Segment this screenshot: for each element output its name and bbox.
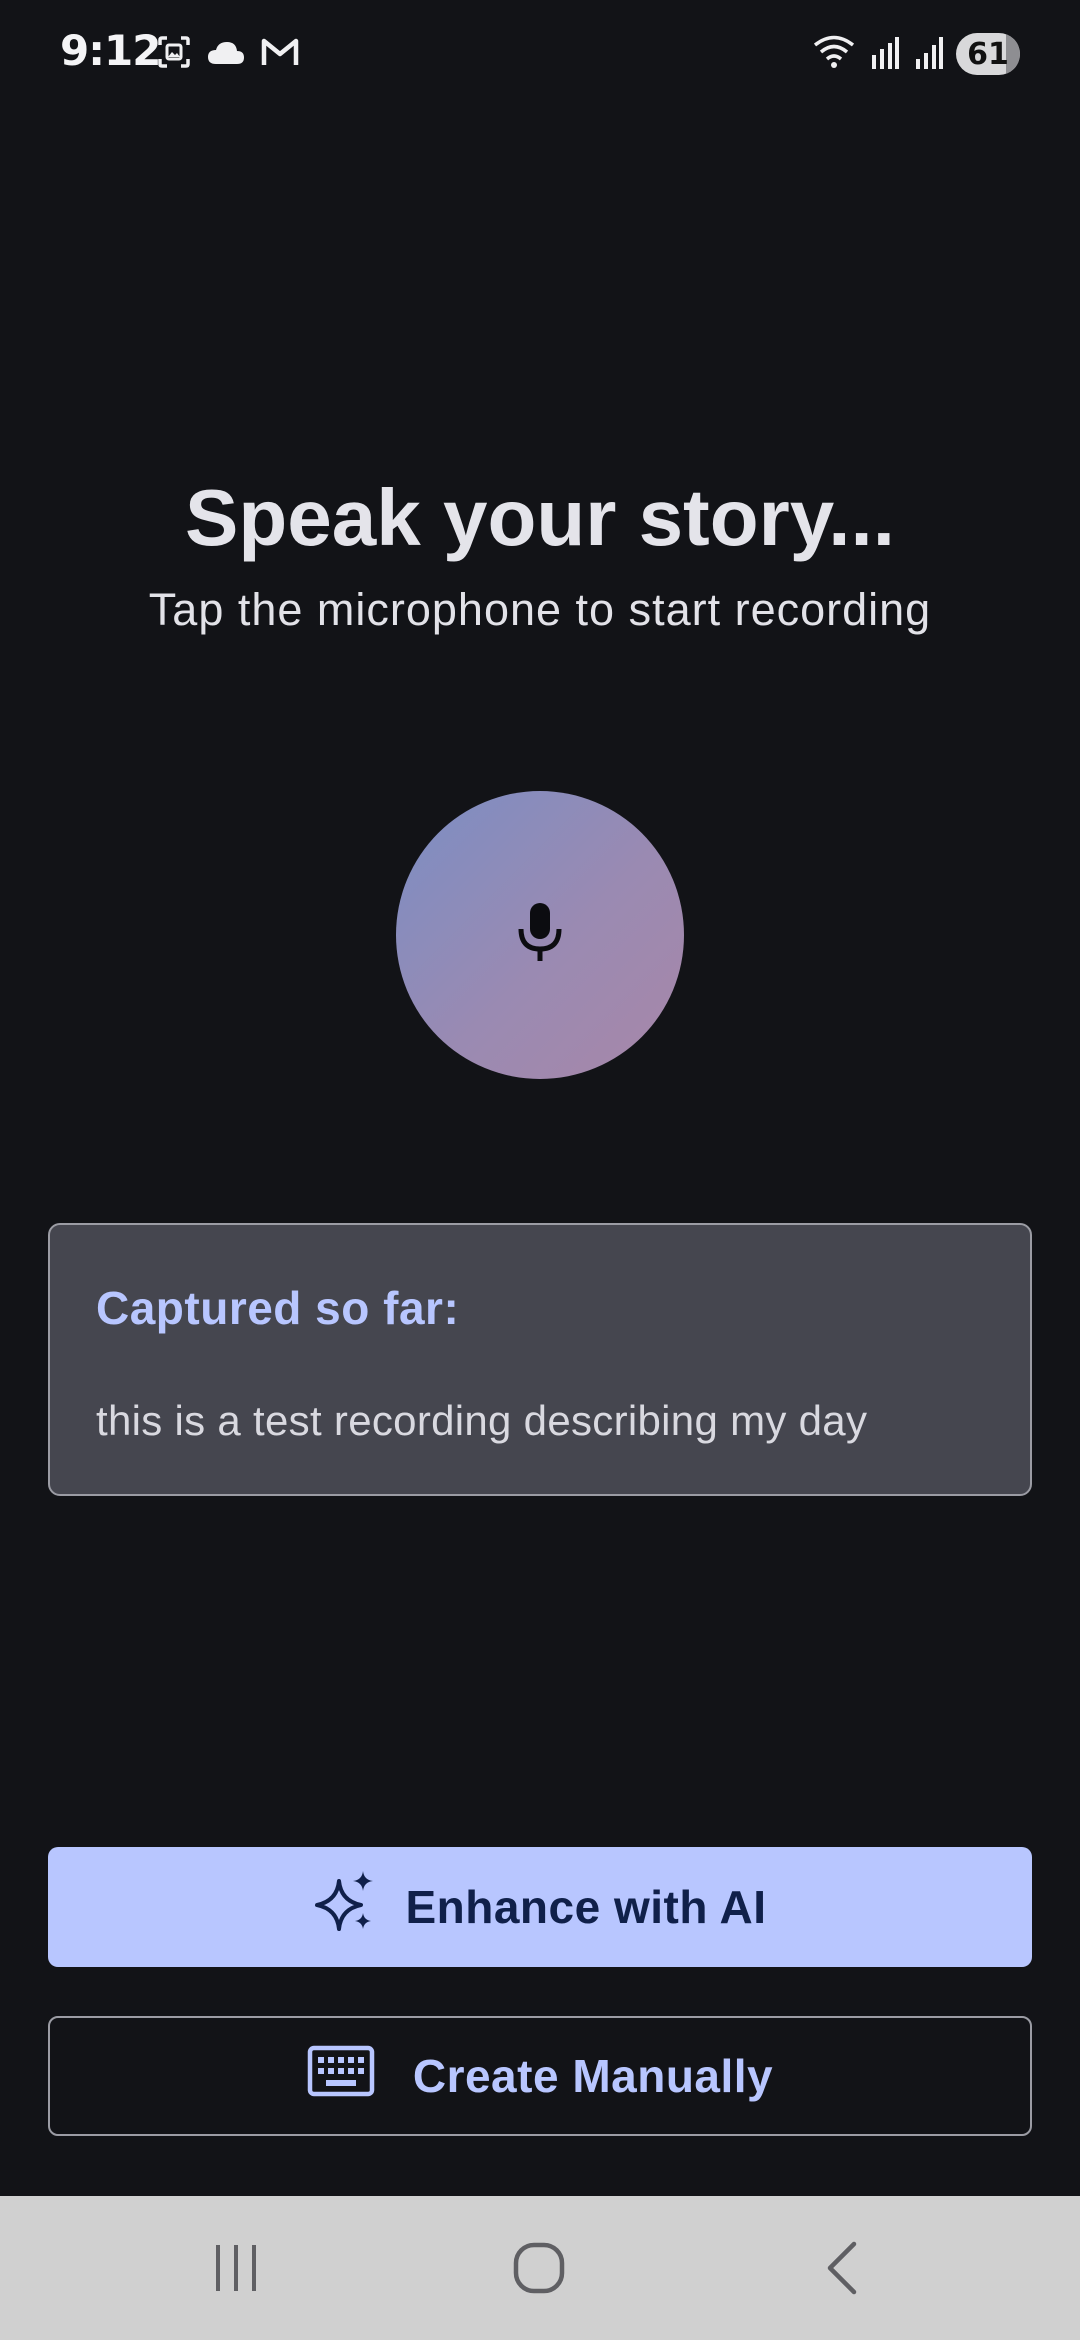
transcript-card: Captured so far: this is a test recordin… <box>48 1223 1032 1496</box>
status-icons-left <box>156 34 300 74</box>
sparkle-icon <box>313 1869 379 1946</box>
home-icon[interactable] <box>499 2236 579 2300</box>
wifi-icon <box>812 33 856 76</box>
transcript-text: this is a test recording describing my d… <box>96 1397 868 1444</box>
signal-icon <box>912 33 944 76</box>
battery-icon: 61 <box>956 33 1020 75</box>
status-bar: 9:12 61 <box>0 0 1080 110</box>
battery-level: 61 <box>967 36 1009 72</box>
create-manually-button[interactable]: Create Manually <box>48 2016 1032 2136</box>
keyboard-icon <box>307 2045 375 2108</box>
status-icons-right: 61 <box>812 30 1020 78</box>
back-icon[interactable] <box>802 2236 882 2300</box>
cloud-icon <box>206 38 246 71</box>
signal-r-icon <box>868 33 900 76</box>
microphone-icon <box>515 901 565 970</box>
transcript-heading: Captured so far: <box>96 1282 460 1334</box>
gmail-icon <box>260 36 300 73</box>
create-manually-label: Create Manually <box>412 2050 774 2102</box>
screen: 9:12 61 Speak your story... Tap the micr… <box>0 0 1080 2340</box>
status-time: 9:12 <box>60 26 161 75</box>
page-subtitle: Tap the microphone to start recording <box>148 584 932 635</box>
page-title: Speak your story... <box>185 473 895 562</box>
recents-icon[interactable] <box>196 2236 276 2300</box>
enhance-with-ai-label: Enhance with AI <box>405 1881 767 1933</box>
enhance-with-ai-button[interactable]: Enhance with AI <box>48 1847 1032 1967</box>
screenshot-icon <box>156 34 192 75</box>
navigation-bar <box>0 2196 1080 2340</box>
record-button[interactable] <box>396 791 684 1079</box>
